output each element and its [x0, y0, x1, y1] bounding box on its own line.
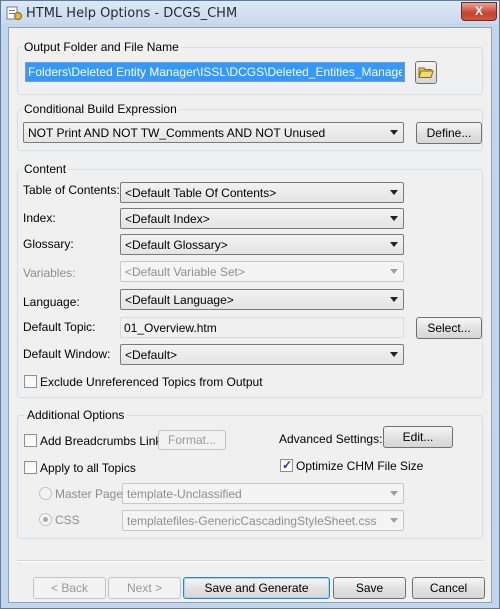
format-button: Format... [158, 430, 226, 450]
open-folder-icon [418, 65, 434, 85]
dialog-window: HTML Help Options - DCGS_CHM X Output Fo… [0, 0, 500, 609]
app-icon [6, 5, 22, 21]
cancel-button[interactable]: Cancel [412, 577, 485, 599]
css-select: templatefiles-GenericCascadingStyleSheet… [122, 510, 404, 531]
conditional-expression-value: NOT Print AND NOT TW_Comments AND NOT Un… [28, 126, 326, 140]
default-window-label: Default Window: [23, 347, 111, 361]
chevron-down-icon [390, 216, 398, 221]
browse-folder-button[interactable] [415, 61, 437, 84]
chevron-down-icon [390, 352, 398, 357]
apply-all-topics-label: Apply to all Topics [40, 461, 136, 475]
exclude-unreferenced-checkbox[interactable] [24, 375, 37, 388]
output-path-field[interactable]: Folders\Deleted Entity Manager\ISSL\DCGS… [25, 62, 405, 82]
glossary-value: <Default Glossary> [125, 238, 228, 252]
master-page-label: Master Page [55, 487, 124, 501]
chevron-down-icon [390, 130, 398, 135]
radio-dot-icon [43, 517, 48, 522]
exclude-unreferenced-label: Exclude Unreferenced Topics from Output [40, 375, 263, 389]
checkmark-icon: ✓ [282, 458, 293, 472]
optimize-chm-checkbox[interactable]: ✓ [280, 458, 293, 472]
close-button[interactable]: X [461, 2, 497, 21]
define-button[interactable]: Define... [416, 122, 482, 144]
master-page-value: template-Unclassified [127, 487, 242, 501]
glossary-select[interactable]: <Default Glossary> [120, 234, 404, 255]
chevron-down-icon [390, 297, 398, 302]
chevron-down-icon [390, 190, 398, 195]
master-page-radio [39, 487, 52, 500]
css-radio [39, 513, 52, 526]
language-value: <Default Language> [125, 293, 234, 307]
output-group-label: Output Folder and File Name [22, 40, 181, 54]
index-value: <Default Index> [125, 212, 210, 226]
default-topic-field: 01_Overview.htm [120, 317, 404, 338]
variables-value: <Default Variable Set> [125, 265, 245, 279]
default-window-select[interactable]: <Default> [120, 344, 404, 365]
variables-label: Variables: [23, 266, 76, 280]
breadcrumbs-label: Add Breadcrumbs Links [40, 434, 168, 448]
master-page-select: template-Unclassified [122, 483, 404, 504]
footer-divider [17, 560, 483, 562]
window-title: HTML Help Options - DCGS_CHM [26, 6, 238, 21]
save-button[interactable]: Save [333, 577, 406, 599]
save-and-generate-button[interactable]: Save and Generate [183, 577, 330, 599]
css-value: templatefiles-GenericCascadingStyleSheet… [127, 514, 377, 528]
dialog-body: Output Folder and File Name Folders\Dele… [8, 27, 492, 603]
chevron-down-icon [390, 491, 398, 496]
toc-value: <Default Table Of Contents> [125, 186, 277, 200]
default-topic-value: 01_Overview.htm [124, 321, 217, 335]
breadcrumbs-checkbox[interactable] [24, 434, 37, 447]
variables-select: <Default Variable Set> [120, 261, 404, 282]
language-label: Language: [23, 295, 80, 309]
content-group-label: Content [22, 162, 69, 176]
select-topic-button[interactable]: Select... [416, 317, 482, 339]
next-button: Next > [108, 577, 181, 599]
output-path-value: Folders\Deleted Entity Manager\ISSL\DCGS… [28, 65, 402, 79]
chevron-down-icon [390, 242, 398, 247]
css-label: CSS [55, 513, 80, 527]
advanced-settings-label: Advanced Settings: [279, 432, 383, 446]
toc-select[interactable]: <Default Table Of Contents> [120, 182, 404, 203]
chevron-down-icon [390, 518, 398, 523]
toc-label: Table of Contents: [23, 183, 120, 197]
additional-options-label: Additional Options [25, 408, 127, 422]
glossary-label: Glossary: [23, 237, 74, 251]
optimize-chm-label: Optimize CHM File Size [296, 459, 424, 473]
default-window-value: <Default> [125, 348, 178, 362]
index-select[interactable]: <Default Index> [120, 208, 404, 229]
conditional-group-label: Conditional Build Expression [22, 102, 179, 116]
back-button: < Back [33, 577, 106, 599]
edit-advanced-button[interactable]: Edit... [383, 426, 453, 448]
index-label: Index: [23, 211, 56, 225]
conditional-expression-select[interactable]: NOT Print AND NOT TW_Comments AND NOT Un… [23, 122, 404, 143]
title-bar: HTML Help Options - DCGS_CHM X [1, 1, 499, 27]
chevron-down-icon [390, 269, 398, 274]
apply-all-topics-checkbox[interactable] [24, 461, 37, 474]
default-topic-label: Default Topic: [23, 320, 96, 334]
language-select[interactable]: <Default Language> [120, 289, 404, 310]
